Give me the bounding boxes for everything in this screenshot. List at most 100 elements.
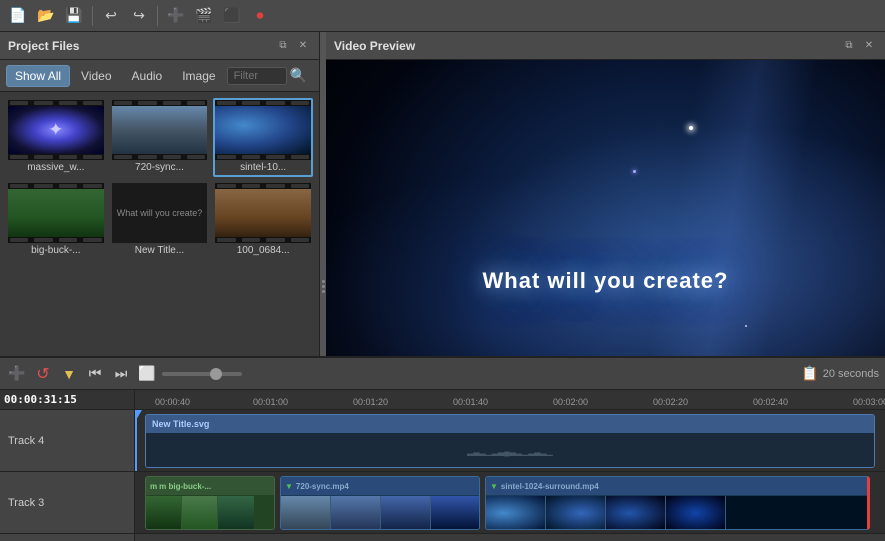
notch: [291, 238, 309, 242]
clip-waveform: ▂▃▂▁▂▃▄▃▂▁▂▃▂▁: [467, 447, 553, 456]
track4-label-text: Track 4: [8, 435, 44, 447]
clip-body-sintel: [486, 495, 867, 530]
720sync-clip[interactable]: ▼ 720-sync.mp4: [280, 476, 480, 530]
add-track-button[interactable]: ➕: [6, 363, 28, 385]
remove-track-button[interactable]: ↺: [32, 363, 54, 385]
title-preview-text: What will you create?: [115, 206, 205, 220]
open-button[interactable]: 📂: [34, 4, 58, 28]
track4-row: New Title.svg ▂▃▂▁▂▃▄▃▂▁▂▃▂▁: [135, 410, 885, 472]
track3-label: Track 3: [0, 472, 134, 534]
thumb-content: [215, 189, 311, 237]
zoom-slider[interactable]: [162, 372, 242, 376]
filter-input[interactable]: [227, 67, 287, 85]
zoom-thumb[interactable]: [210, 368, 222, 380]
media-item-100_0684[interactable]: 100_0684...: [213, 181, 313, 260]
bigbuck-clip[interactable]: m m big-buck-...: [145, 476, 275, 530]
redo-button[interactable]: ↪: [127, 4, 151, 28]
notch: [10, 238, 28, 242]
float-preview-button[interactable]: ⧉: [841, 38, 857, 54]
thumb-content: ✦: [8, 106, 104, 154]
razor-button[interactable]: ⬜: [136, 363, 158, 385]
notch: [138, 155, 156, 159]
filter-tabs: Show All Video Audio Image 🔍: [0, 60, 319, 92]
notch: [114, 155, 132, 159]
clip-icon-720sync: ▼: [285, 482, 293, 491]
tab-image[interactable]: Image: [173, 65, 224, 87]
notch: [266, 238, 284, 242]
thumb-icon: ✦: [48, 120, 63, 141]
media-item-newtitle[interactable]: What will you create? New Title...: [110, 181, 210, 260]
notch: [34, 155, 52, 159]
import-button[interactable]: 🎬: [192, 4, 216, 28]
filter-clear-button[interactable]: 🔍: [289, 66, 309, 86]
ruler-label-220: 00:02:20: [653, 397, 688, 407]
notch: [83, 155, 101, 159]
record-button[interactable]: ⏺: [248, 4, 272, 28]
notch: [242, 238, 260, 242]
main-layout: Project Files ⧉ ✕ Show All Video Audio I…: [0, 32, 885, 541]
notch: [163, 155, 181, 159]
prev-frame-button[interactable]: ⏮: [84, 363, 106, 385]
clip-label-sintel: sintel-1024-surround.mp4: [501, 482, 599, 491]
clip-header-sintel: ▼ sintel-1024-surround.mp4: [486, 477, 867, 495]
notch: [266, 155, 284, 159]
tab-show-all[interactable]: Show All: [6, 65, 70, 87]
track3-row: m m big-buck-... ▼ 720-sync: [135, 472, 885, 534]
notch: [163, 101, 181, 105]
track3-label-text: Track 3: [8, 497, 44, 509]
media-label-720sync: 720-sync...: [112, 160, 208, 175]
save-button[interactable]: 💾: [62, 4, 86, 28]
close-panel-button[interactable]: ✕: [295, 38, 311, 54]
snap-button[interactable]: ▼: [58, 363, 80, 385]
clip-thumb2: [546, 496, 606, 530]
duration-text: 20 seconds: [823, 368, 879, 380]
clip-thumb1: [146, 496, 182, 530]
media-thumb-sintel: [215, 100, 311, 160]
track4-label: Track 4: [0, 410, 134, 472]
clip-label-bigbuck2: m big-buck-...: [159, 482, 211, 491]
new-title-clip[interactable]: New Title.svg ▂▃▂▁▂▃▄▃▂▁▂▃▂▁: [145, 414, 875, 468]
resize-dot: [322, 280, 325, 283]
media-item-720sync[interactable]: 720-sync...: [110, 98, 210, 177]
media-label-newtitle: New Title...: [112, 243, 208, 258]
close-preview-button[interactable]: ✕: [861, 38, 877, 54]
notch: [34, 238, 52, 242]
media-thumb-100_0684: [215, 183, 311, 243]
sintel-clip[interactable]: ▼ sintel-1024-surround.mp4: [485, 476, 870, 530]
preview-header-icons: ⧉ ✕: [841, 38, 877, 54]
notch: [217, 101, 235, 105]
playhead-head-track4: [135, 410, 142, 420]
notch: [59, 101, 77, 105]
preview-title: Video Preview: [334, 39, 415, 53]
media-item-massive[interactable]: ✦ massive_w...: [6, 98, 106, 177]
media-item-sintel[interactable]: sintel-10...: [213, 98, 313, 177]
timeline-body: 00:00:31:15 Track 4 Track 3 00:00:40 00:…: [0, 390, 885, 541]
separator-2: [157, 6, 158, 26]
notch: [291, 155, 309, 159]
notch: [83, 101, 101, 105]
media-thumb-bigbuck: [8, 183, 104, 243]
clip-thumb3: [606, 496, 666, 530]
notch: [138, 101, 156, 105]
header-icons: ⧉ ✕: [275, 38, 311, 54]
media-label-bigbuck: big-buck-...: [8, 243, 104, 258]
add-button[interactable]: ➕: [164, 4, 188, 28]
clip-rest: [726, 496, 867, 530]
clip-thumb2: [182, 496, 218, 530]
top-toolbar: 📄 📂 💾 ↩ ↪ ➕ 🎬 ⬛ ⏺: [0, 0, 885, 32]
film-strip: [215, 100, 311, 160]
clip-thumb3: [218, 496, 254, 530]
clip-thumb4: [666, 496, 726, 530]
new-button[interactable]: 📄: [6, 4, 30, 28]
float-button[interactable]: ⧉: [275, 38, 291, 54]
notch: [217, 184, 235, 188]
tab-video[interactable]: Video: [72, 65, 120, 87]
thumb-content: [112, 106, 208, 154]
export-button[interactable]: ⬛: [220, 4, 244, 28]
media-item-bigbuck[interactable]: big-buck-...: [6, 181, 106, 260]
track-labels: 00:00:31:15 Track 4 Track 3: [0, 390, 135, 541]
undo-button[interactable]: ↩: [99, 4, 123, 28]
next-frame-button[interactable]: ⏭: [110, 363, 132, 385]
thumb-content: [215, 106, 311, 154]
tab-audio[interactable]: Audio: [123, 65, 172, 87]
